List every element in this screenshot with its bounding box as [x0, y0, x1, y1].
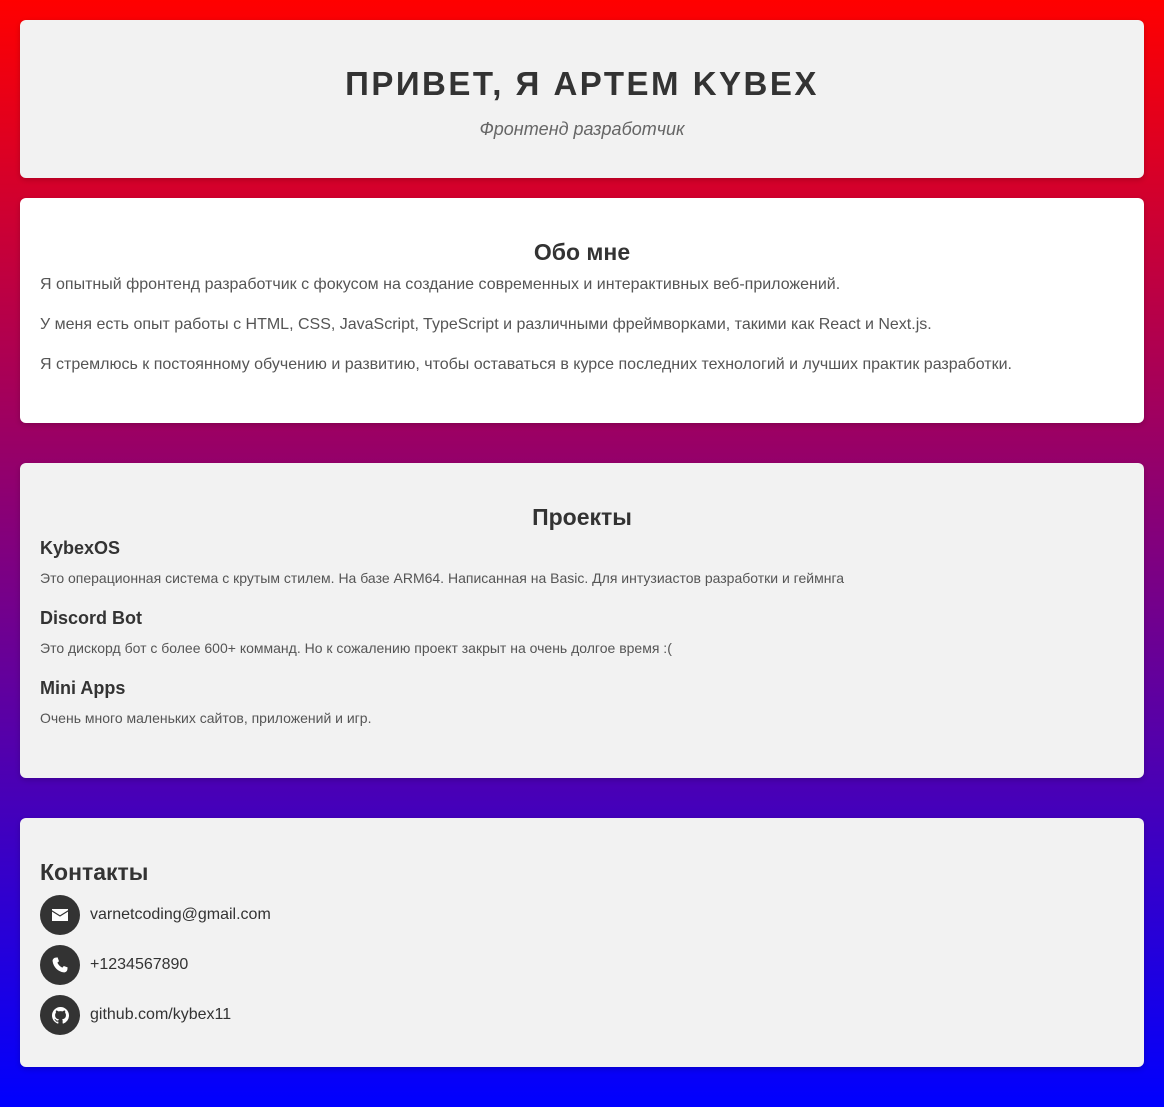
about-paragraph: Я опытный фронтенд разработчик с фокусом…: [40, 276, 841, 293]
github-icon: [40, 995, 80, 1035]
project-description: Очень много маленьких сайтов, приложений…: [40, 710, 372, 726]
project-item: Discord Bot Это дискорд бот с более 600+…: [40, 605, 1124, 657]
contact-email[interactable]: varnetcoding@gmail.com: [40, 895, 1124, 935]
project-name: Mini Apps: [40, 678, 126, 698]
contact-phone[interactable]: +1234567890: [40, 945, 1124, 985]
project-description: Это операционная система с крутым стилем…: [40, 570, 845, 586]
header-card: ПРИВЕТ, Я АРТЕМ KYBEX Фронтенд разработч…: [20, 20, 1144, 178]
contacts-section: Контакты varnetcoding@gmail.com +1234567…: [20, 818, 1144, 1067]
envelope-icon: [40, 895, 80, 935]
project-item: KybexOS Это операционная система с круты…: [40, 535, 1124, 587]
project-description: Это дискорд бот с более 600+ комманд. Но…: [40, 640, 672, 656]
projects-title: Проекты: [532, 504, 632, 530]
about-title: Обо мне: [533, 239, 631, 265]
about-paragraph: Я стремлюсь к постоянному обучению и раз…: [40, 356, 1012, 373]
project-name: Discord Bot: [40, 608, 143, 628]
projects-section: Проекты KybexOS Это операционная система…: [20, 463, 1144, 778]
contact-github[interactable]: github.com/kybex11: [40, 995, 1124, 1035]
contacts-title: Контакты: [40, 859, 149, 885]
page-title: ПРИВЕТ, Я АРТЕМ KYBEX: [345, 65, 819, 102]
about-section: Обо мне Я опытный фронтенд разработчик с…: [20, 198, 1144, 423]
about-paragraph: У меня есть опыт работы с HTML, CSS, Jav…: [40, 316, 932, 333]
contact-email-text[interactable]: varnetcoding@gmail.com: [90, 905, 271, 925]
contact-phone-text[interactable]: +1234567890: [90, 955, 188, 975]
contact-github-text[interactable]: github.com/kybex11: [90, 1005, 231, 1025]
phone-icon: [40, 945, 80, 985]
project-name: KybexOS: [40, 538, 121, 558]
page-subtitle: Фронтенд разработчик: [479, 119, 685, 139]
project-item: Mini Apps Очень много маленьких сайтов, …: [40, 675, 1124, 727]
